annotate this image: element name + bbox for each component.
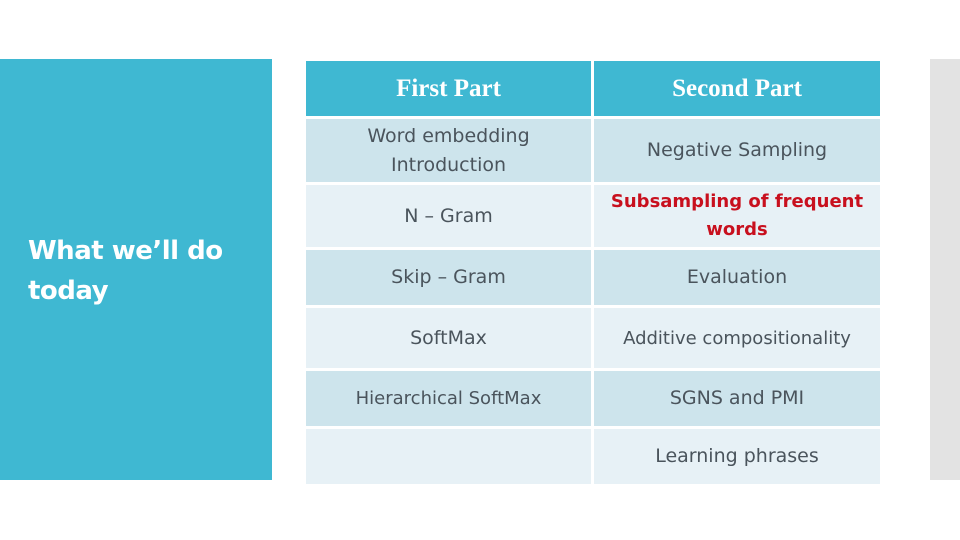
header-first-part: First Part [306,61,591,116]
cell-first-empty [306,429,591,484]
cell-first: N – Gram [306,185,591,247]
cell-first: SoftMax [306,308,591,368]
header-second-part: Second Part [594,61,880,116]
cell-first: Word embedding Introduction [306,119,591,182]
cell-second: Evaluation [594,250,880,305]
cell-second: Negative Sampling [594,119,880,182]
slide-title: What we’ll do today [28,236,223,306]
cell-second: Additive compositionality [594,308,880,368]
cell-first: Skip – Gram [306,250,591,305]
cell-second: Learning phrases [594,429,880,484]
table-row: Word embedding Introduction Negative Sam… [306,119,880,182]
cell-second-highlight: Subsampling of frequent words [594,185,880,247]
title-panel: What we’ll do today [0,59,272,480]
table-row: N – Gram Subsampling of frequent words [306,185,880,247]
table-row: SoftMax Additive compositionality [306,308,880,368]
table-header-row: First Part Second Part [306,61,880,116]
cell-first: Hierarchical SoftMax [306,371,591,426]
cell-second: SGNS and PMI [594,371,880,426]
table-row: Hierarchical SoftMax SGNS and PMI [306,371,880,426]
side-strip [930,59,960,480]
agenda-table: First Part Second Part Word embedding In… [306,61,880,487]
table-row: Skip – Gram Evaluation [306,250,880,305]
table-row: Learning phrases [306,429,880,484]
